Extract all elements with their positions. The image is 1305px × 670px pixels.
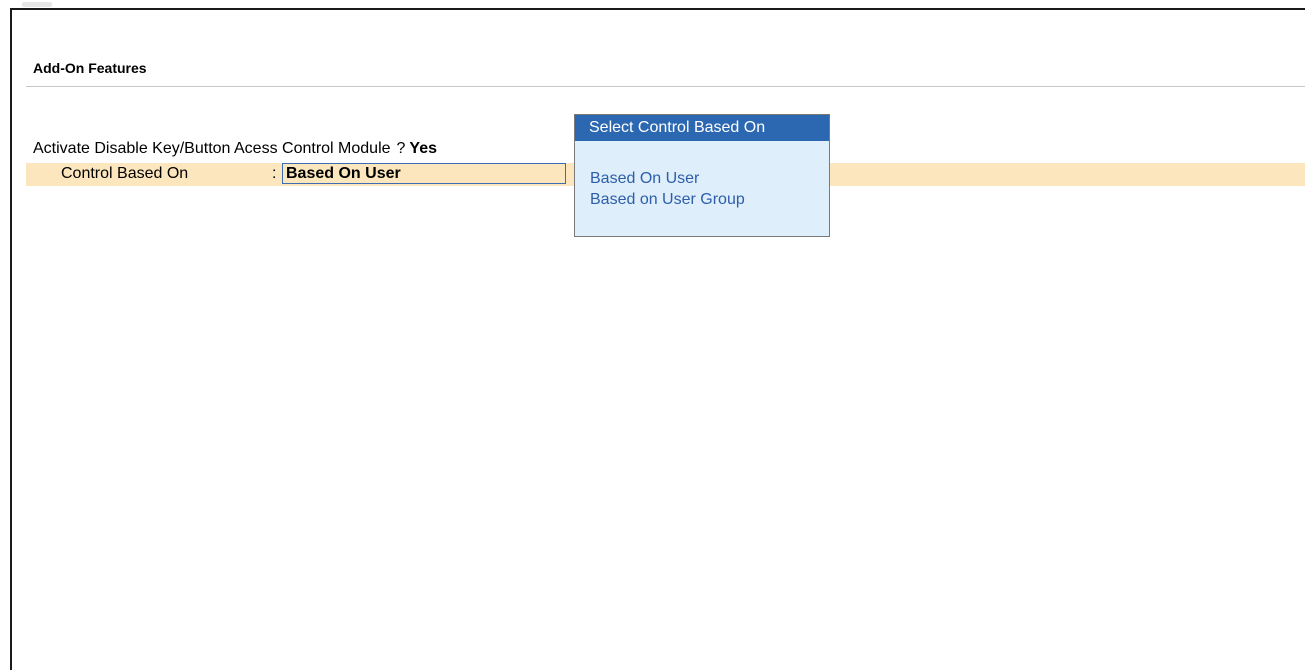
control-based-on-separator: : — [272, 165, 277, 182]
popup-options-list: Based On User Based on User Group — [590, 168, 745, 210]
activate-module-value[interactable]: Yes — [409, 140, 437, 157]
popup-title: Select Control Based On — [575, 115, 829, 141]
popup-option-based-on-user[interactable]: Based On User — [590, 168, 745, 189]
control-based-on-label: Control Based On — [61, 165, 189, 182]
window-top-border — [0, 0, 1305, 10]
window-left-border — [0, 8, 12, 670]
app-screen: Add-On Features Activate Disable Key/But… — [0, 0, 1305, 670]
window-title-fragment — [22, 2, 52, 7]
section-divider — [26, 86, 1305, 87]
activate-module-row[interactable]: Activate Disable Key/Button Acess Contro… — [33, 140, 437, 158]
activate-module-label: Activate Disable Key/Button Acess Contro… — [33, 140, 391, 157]
section-title: Add-On Features — [33, 60, 147, 76]
activate-module-question: ? — [396, 140, 406, 157]
control-based-on-field[interactable]: Based On User — [282, 163, 566, 184]
select-control-popup: Select Control Based On Based On User Ba… — [574, 114, 830, 237]
popup-option-based-on-user-group[interactable]: Based on User Group — [590, 189, 745, 210]
